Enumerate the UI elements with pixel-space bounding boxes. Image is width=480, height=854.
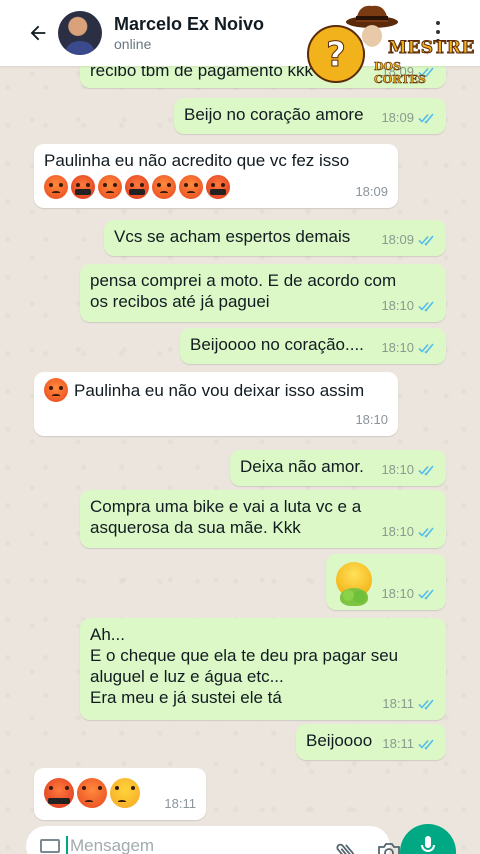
double-check-read-icon bbox=[418, 464, 434, 476]
microphone-icon bbox=[421, 836, 435, 852]
message-time: 18:10 bbox=[381, 586, 414, 601]
message-bubble-outgoing[interactable]: Ah... E o cheque que ela te deu pra paga… bbox=[80, 618, 446, 720]
message-time: 18:10 bbox=[381, 524, 414, 539]
double-check-read-icon bbox=[418, 342, 434, 354]
message-bubble-outgoing[interactable]: 18:10 bbox=[326, 554, 446, 610]
message-time: 18:09 bbox=[355, 184, 388, 199]
message-text: Paulinha eu não vou deixar isso assim bbox=[74, 380, 365, 400]
angry-face-icon bbox=[152, 175, 176, 199]
message-meta: 18:11 bbox=[382, 733, 436, 754]
message-time: 18:11 bbox=[382, 696, 414, 711]
message-input-placeholder: Mensagem bbox=[70, 836, 155, 854]
cursing-face-icon bbox=[206, 175, 230, 199]
cursing-face-icon bbox=[125, 175, 149, 199]
message-text: Paulinha eu não acredito que vc fez isso bbox=[44, 151, 350, 170]
double-check-read-icon bbox=[418, 588, 434, 600]
message-time: 18:10 bbox=[381, 462, 414, 477]
message-time: 18:11 bbox=[164, 796, 196, 811]
double-check-read-icon bbox=[418, 738, 434, 750]
arrow-left-icon bbox=[30, 25, 46, 41]
double-check-read-icon bbox=[418, 698, 434, 710]
cursing-face-icon bbox=[44, 778, 74, 808]
avatar[interactable] bbox=[58, 11, 102, 55]
double-check-read-icon bbox=[418, 300, 434, 312]
angry-face-icon bbox=[179, 175, 203, 199]
message-bubble-incoming[interactable]: Paulinha eu não acredito que vc fez isso… bbox=[34, 144, 398, 208]
message-time: 18:10 bbox=[355, 412, 388, 427]
contact-status: online bbox=[114, 36, 152, 52]
message-meta: 18:09 bbox=[381, 107, 436, 128]
message-content: Paulinha eu não vou deixar isso assim bbox=[44, 378, 388, 402]
message-meta: 18:10 bbox=[381, 521, 436, 542]
message-bubble-outgoing[interactable]: Deixa não amor. 18:10 bbox=[230, 450, 446, 486]
message-bubble-outgoing[interactable]: Compra uma bike e vai a luta vc e a asqu… bbox=[80, 490, 446, 548]
keyboard-icon[interactable] bbox=[40, 839, 60, 853]
message-bubble-outgoing[interactable]: Beijoooo 18:11 bbox=[296, 724, 446, 760]
text-cursor bbox=[66, 836, 68, 854]
double-check-read-icon bbox=[418, 234, 434, 246]
vomiting-face-icon bbox=[336, 562, 372, 606]
back-button[interactable] bbox=[20, 13, 56, 53]
message-bubble-outgoing[interactable]: Beijoooo no coração.... 18:10 bbox=[180, 328, 446, 364]
message-bubble-outgoing[interactable]: pensa comprei a moto. E de acordo com os… bbox=[80, 264, 446, 322]
message-time: 18:10 bbox=[381, 340, 414, 355]
message-input[interactable]: Mensagem bbox=[26, 826, 400, 854]
message-time: 18:09 bbox=[381, 110, 414, 125]
message-meta: 18:09 bbox=[381, 229, 436, 250]
watermark-subtitle: DOS CORTES bbox=[374, 60, 426, 87]
double-check-read-icon bbox=[418, 526, 434, 538]
message-bubble-outgoing[interactable]: Vcs se acham espertos demais 18:09 bbox=[104, 220, 446, 256]
angry-yellow-face-icon bbox=[110, 778, 140, 808]
angry-face-icon bbox=[98, 175, 122, 199]
svg-text:?: ? bbox=[326, 35, 346, 75]
angry-face-icon bbox=[77, 778, 107, 808]
message-meta: 18:10 bbox=[381, 295, 436, 316]
message-time: 18:11 bbox=[382, 736, 414, 751]
message-meta: 18:09 bbox=[355, 181, 388, 202]
watermark-title: MESTRE bbox=[388, 38, 475, 59]
message-meta: 18:10 bbox=[381, 583, 436, 604]
message-meta: 18:10 bbox=[381, 337, 436, 358]
message-bubble-incoming[interactable]: 18:11 bbox=[34, 768, 206, 820]
double-check-read-icon bbox=[418, 112, 434, 124]
cursing-face-icon bbox=[71, 175, 95, 199]
message-composer: Mensagem bbox=[0, 824, 480, 854]
message-time: 18:09 bbox=[381, 232, 414, 247]
message-bubble-outgoing[interactable]: Beijo no coração amore 18:09 bbox=[174, 98, 446, 134]
angry-face-icon bbox=[44, 378, 68, 402]
camera-icon[interactable] bbox=[376, 840, 402, 854]
message-bubble-incoming[interactable]: Paulinha eu não vou deixar isso assim 18… bbox=[34, 372, 398, 436]
message-meta: 18:11 bbox=[382, 693, 436, 714]
message-time: 18:10 bbox=[381, 298, 414, 313]
contact-name: Marcelo Ex Noivo bbox=[114, 14, 265, 34]
message-list[interactable]: recibo tbm de pagamento kkk 18:09 Beijo … bbox=[0, 52, 480, 826]
message-meta: 18:11 bbox=[164, 793, 196, 814]
emoji-row bbox=[44, 175, 388, 199]
microphone-button[interactable] bbox=[400, 824, 456, 854]
message-meta: 18:10 bbox=[355, 409, 388, 430]
message-meta: 18:10 bbox=[381, 459, 436, 480]
contact-info[interactable]: Marcelo Ex Noivo online bbox=[114, 13, 264, 53]
watermark-logo: ? MESTRE DOS CORTES bbox=[306, 2, 475, 94]
angry-face-icon bbox=[44, 175, 68, 199]
paperclip-icon[interactable] bbox=[334, 840, 358, 854]
